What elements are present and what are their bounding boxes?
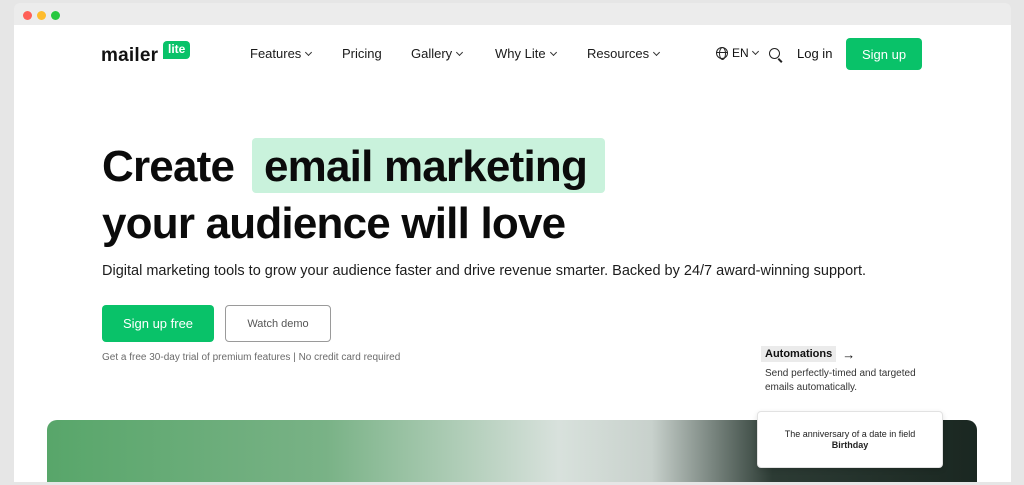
hero-subtitle: Digital marketing tools to grow your aud… xyxy=(102,263,867,279)
automation-trigger-card: The anniversary of a date in field Birth… xyxy=(757,411,943,468)
nav-features[interactable]: Features xyxy=(250,46,313,61)
card-text: The anniversary of a date in field xyxy=(784,428,916,439)
chevron-down-icon xyxy=(456,48,464,56)
nav-why-lite[interactable]: Why Lite xyxy=(495,46,557,61)
window-titlebar xyxy=(14,3,1011,25)
nav-gallery[interactable]: Gallery xyxy=(411,46,464,61)
browser-window: mailer lite Features Pricing Gallery Why… xyxy=(0,0,1024,485)
globe-icon xyxy=(716,47,728,60)
hero-heading-line2: your audience will love xyxy=(102,199,566,248)
nav-resources[interactable]: Resources xyxy=(587,46,661,61)
nav-features-label: Features xyxy=(250,46,302,61)
card-field: Birthday xyxy=(831,439,869,450)
logo-word: mailer xyxy=(101,45,159,66)
nav-why-lite-label: Why Lite xyxy=(495,46,546,61)
chevron-down-icon xyxy=(549,48,557,56)
nav-resources-label: Resources xyxy=(587,46,650,61)
trial-note: Get a free 30-day trial of premium featu… xyxy=(102,352,401,363)
chevron-down-icon xyxy=(305,48,313,56)
web-page: mailer lite Features Pricing Gallery Why… xyxy=(14,25,1011,482)
watch-demo-button[interactable]: Watch demo xyxy=(225,305,331,342)
nav-gallery-label: Gallery xyxy=(411,46,453,61)
automations-title: Automations xyxy=(761,346,837,362)
hero-heading-line1: Create email marketing xyxy=(102,142,588,191)
chevron-down-icon xyxy=(653,48,661,56)
arrow-right-icon: → xyxy=(842,346,856,362)
signup-button[interactable]: Sign up xyxy=(846,38,922,70)
minimize-window-icon[interactable] xyxy=(37,11,46,20)
nav-pricing-label: Pricing xyxy=(342,46,382,61)
nav-pricing[interactable]: Pricing xyxy=(342,46,382,61)
automations-description: Send perfectly-timed and targeted emails… xyxy=(765,368,916,393)
maximize-window-icon[interactable] xyxy=(51,11,60,20)
language-selector[interactable]: EN xyxy=(716,46,759,60)
login-link[interactable]: Log in xyxy=(797,46,832,61)
language-label: EN xyxy=(732,46,749,60)
search-icon[interactable] xyxy=(769,48,780,59)
automations-link[interactable]: Automations → xyxy=(761,346,855,362)
signup-free-button[interactable]: Sign up free xyxy=(102,305,214,342)
logo-badge: lite xyxy=(163,41,191,59)
heading-word-create: Create xyxy=(102,142,235,191)
close-window-icon[interactable] xyxy=(23,11,32,20)
heading-highlighted-text: email marketing xyxy=(264,142,588,191)
chevron-down-icon xyxy=(751,47,759,56)
